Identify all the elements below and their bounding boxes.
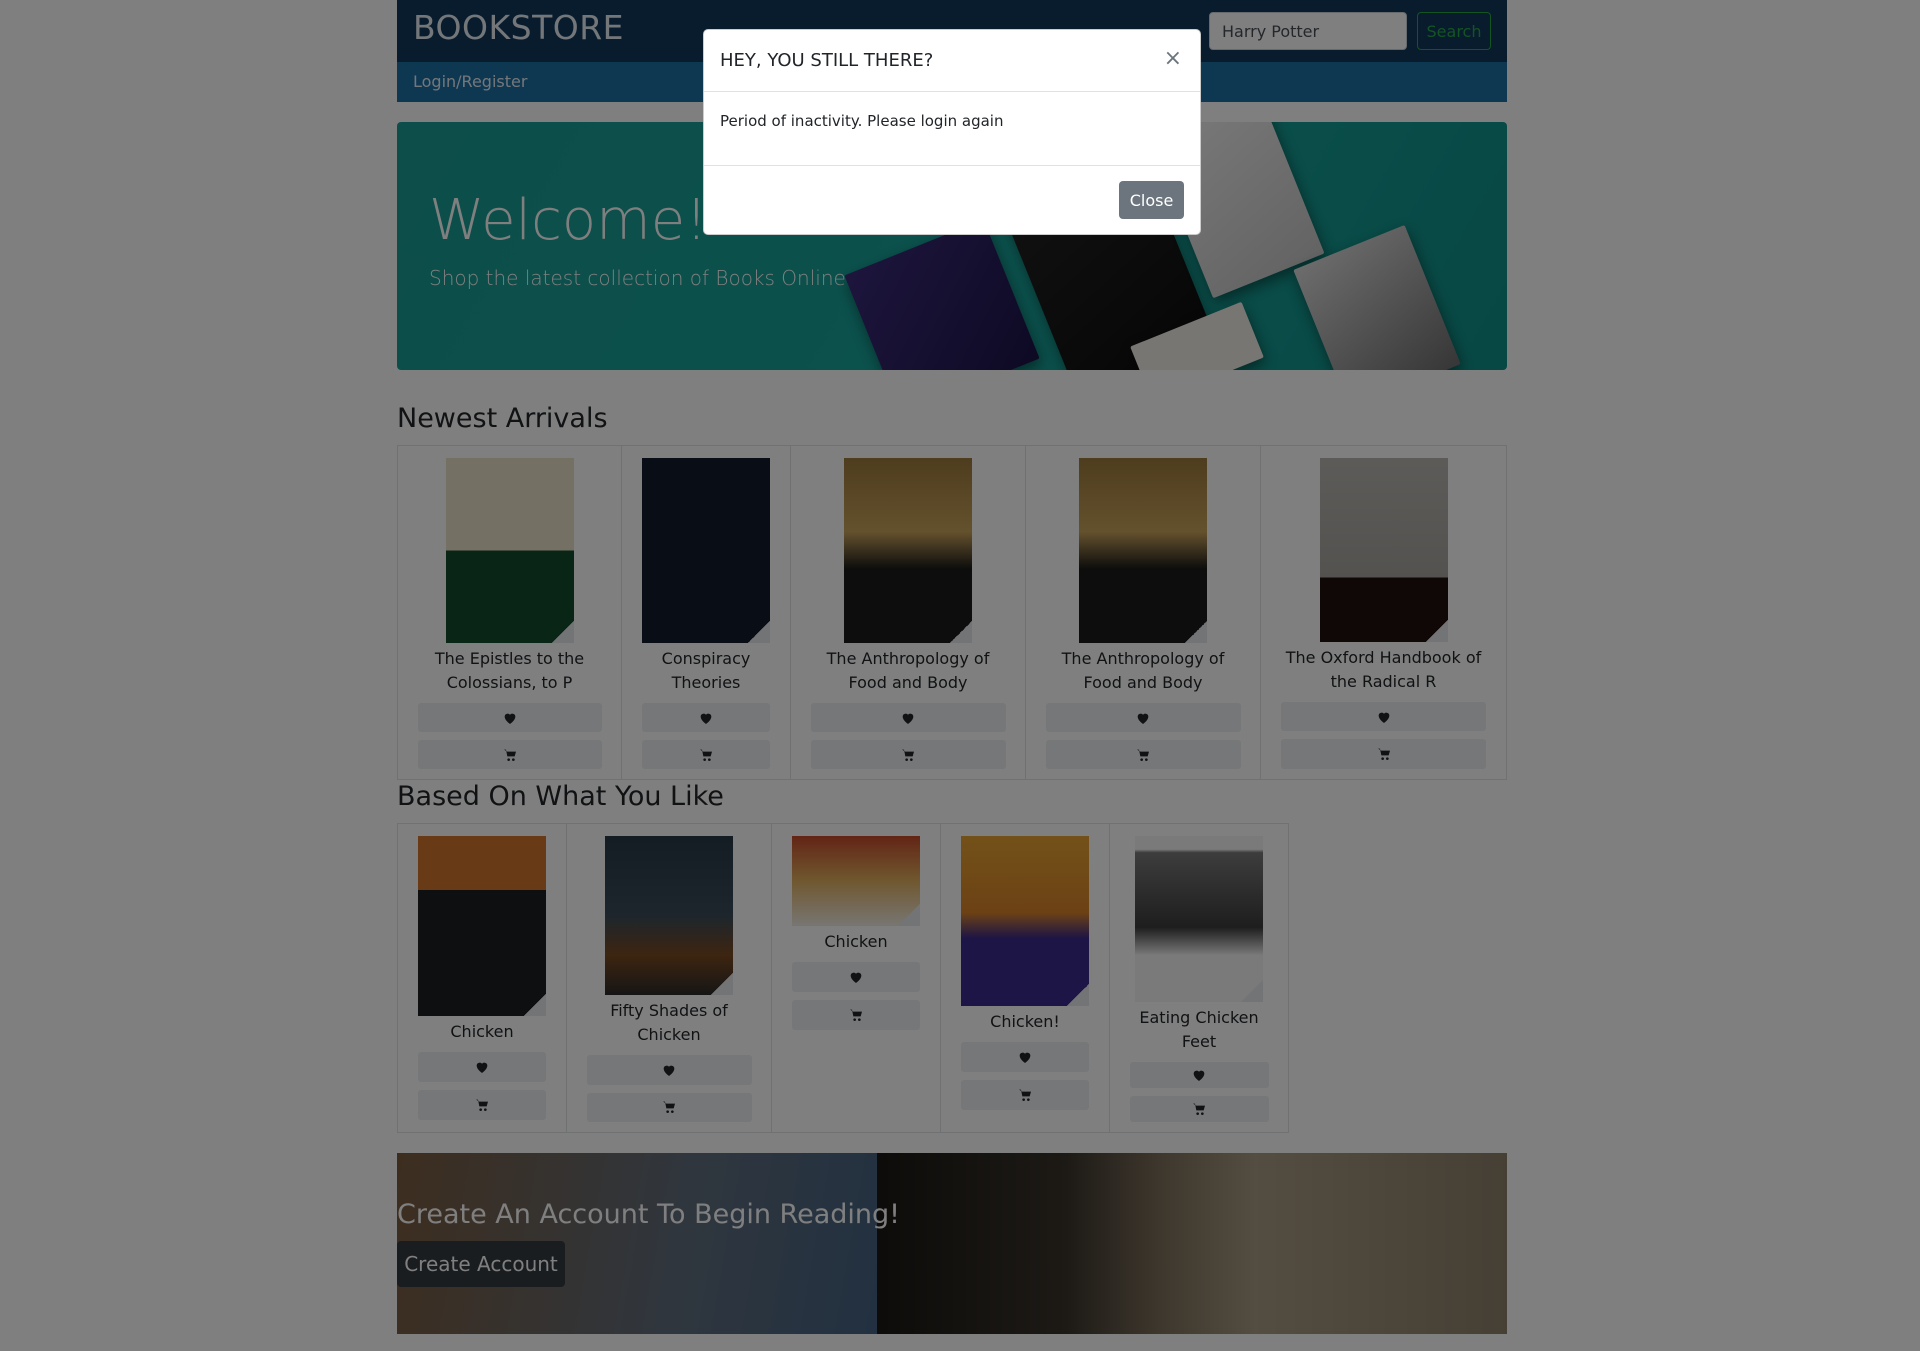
close-icon[interactable]: × xyxy=(1164,46,1182,71)
modal-message: Period of inactivity. Please login again xyxy=(720,112,1004,130)
modal-footer: Close xyxy=(704,165,1200,236)
close-button[interactable]: Close xyxy=(1119,181,1184,219)
inactivity-modal: HEY, YOU STILL THERE? × Period of inacti… xyxy=(703,29,1201,235)
modal-header: HEY, YOU STILL THERE? × xyxy=(704,30,1200,92)
modal-title: HEY, YOU STILL THERE? xyxy=(720,50,934,71)
